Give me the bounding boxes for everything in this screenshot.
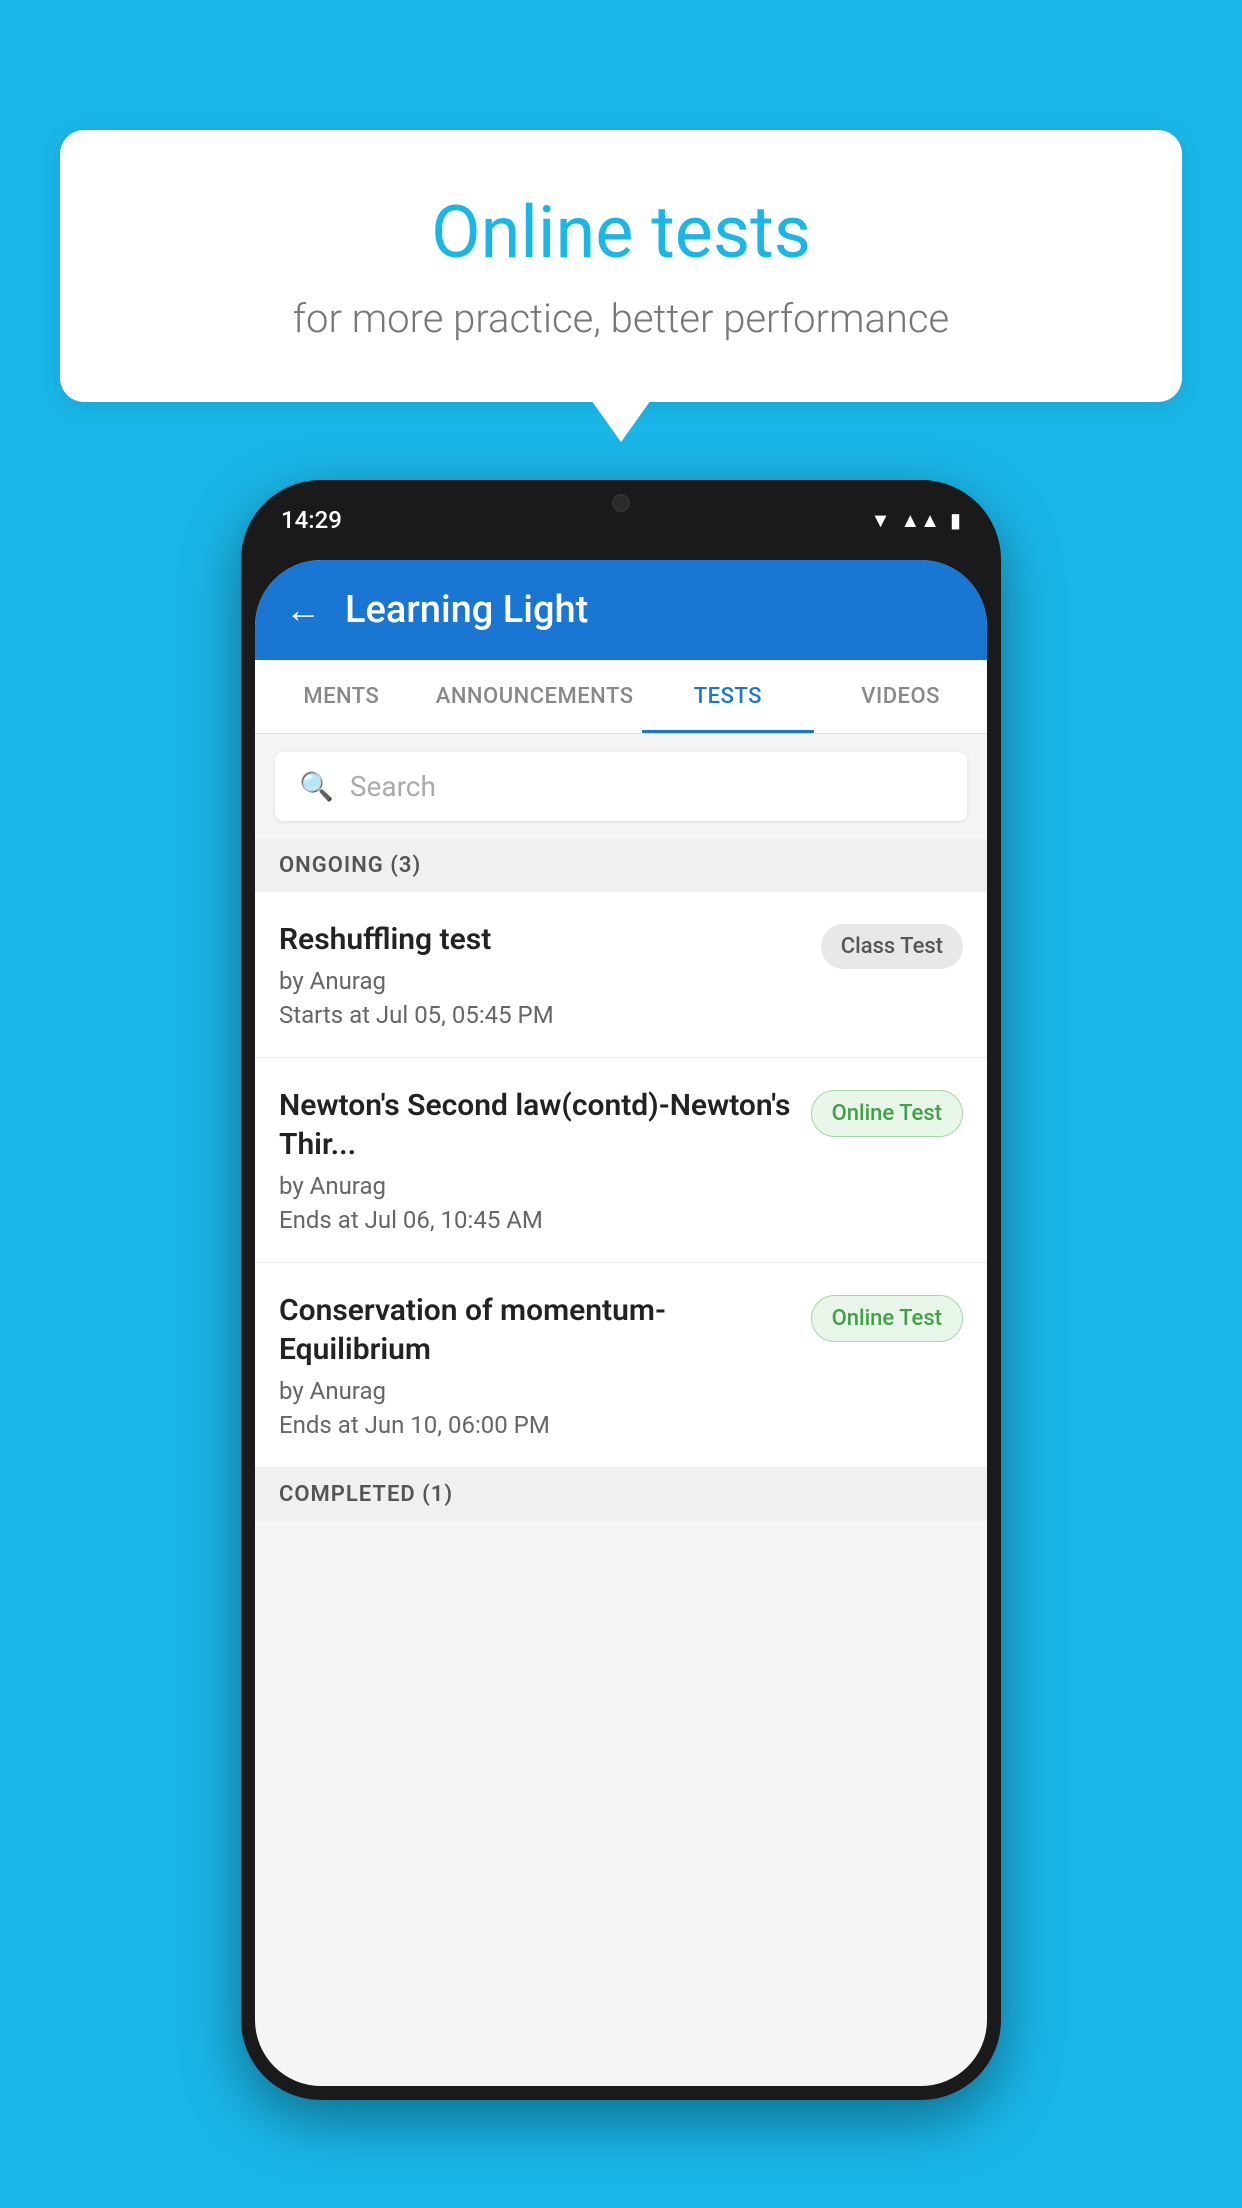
search-icon: 🔍 <box>299 770 334 803</box>
tabs-container: MENTS ANNOUNCEMENTS TESTS VIDEOS <box>255 660 987 734</box>
tab-announcements[interactable]: ANNOUNCEMENTS <box>428 660 642 733</box>
test-badge: Class Test <box>821 924 963 969</box>
test-date: Ends at Jun 10, 06:00 PM <box>279 1411 795 1439</box>
phone-frame: 14:29 ▼ ▲▲ ▮ ← Learning Light MENTS ANNO… <box>241 480 1001 2100</box>
back-button[interactable]: ← <box>285 589 321 631</box>
search-bar[interactable]: 🔍 Search <box>275 752 967 821</box>
test-item[interactable]: Conservation of momentum-Equilibrium by … <box>255 1263 987 1468</box>
app-title: Learning Light <box>345 588 588 632</box>
test-name: Newton's Second law(contd)-Newton's Thir… <box>279 1086 795 1164</box>
test-author: by Anurag <box>279 1377 795 1405</box>
status-icons: ▼ ▲▲ ▮ <box>871 508 961 533</box>
tab-videos[interactable]: VIDEOS <box>814 660 987 733</box>
wifi-icon: ▼ <box>871 508 891 533</box>
test-author: by Anurag <box>279 967 805 995</box>
battery-icon: ▮ <box>950 508 961 532</box>
ongoing-section-header: ONGOING (3) <box>255 839 987 892</box>
signal-icon: ▲▲ <box>900 508 940 533</box>
tab-tests[interactable]: TESTS <box>642 660 815 733</box>
test-badge: Online Test <box>811 1295 963 1342</box>
test-info: Conservation of momentum-Equilibrium by … <box>279 1291 795 1439</box>
test-author: by Anurag <box>279 1172 795 1200</box>
search-container: 🔍 Search <box>255 734 987 839</box>
test-item[interactable]: Reshuffling test by Anurag Starts at Jul… <box>255 892 987 1058</box>
test-info: Newton's Second law(contd)-Newton's Thir… <box>279 1086 795 1234</box>
status-time: 14:29 <box>281 506 342 534</box>
phone-notch <box>541 480 701 525</box>
speech-bubble-container: Online tests for more practice, better p… <box>60 130 1182 402</box>
search-placeholder: Search <box>350 770 436 803</box>
bubble-title: Online tests <box>140 190 1102 275</box>
tab-ments[interactable]: MENTS <box>255 660 428 733</box>
camera <box>612 494 630 512</box>
status-bar: 14:29 ▼ ▲▲ ▮ <box>241 480 1001 560</box>
test-info: Reshuffling test by Anurag Starts at Jul… <box>279 920 805 1029</box>
speech-bubble: Online tests for more practice, better p… <box>60 130 1182 402</box>
app-header: ← Learning Light <box>255 560 987 660</box>
test-list: Reshuffling test by Anurag Starts at Jul… <box>255 892 987 1468</box>
completed-section-header: COMPLETED (1) <box>255 1468 987 1521</box>
phone-screen: ← Learning Light MENTS ANNOUNCEMENTS TES… <box>255 560 987 2086</box>
bubble-subtitle: for more practice, better performance <box>140 295 1102 342</box>
test-name: Conservation of momentum-Equilibrium <box>279 1291 795 1369</box>
test-badge: Online Test <box>811 1090 963 1137</box>
test-name: Reshuffling test <box>279 920 805 959</box>
test-date: Starts at Jul 05, 05:45 PM <box>279 1001 805 1029</box>
test-date: Ends at Jul 06, 10:45 AM <box>279 1206 795 1234</box>
test-item[interactable]: Newton's Second law(contd)-Newton's Thir… <box>255 1058 987 1263</box>
